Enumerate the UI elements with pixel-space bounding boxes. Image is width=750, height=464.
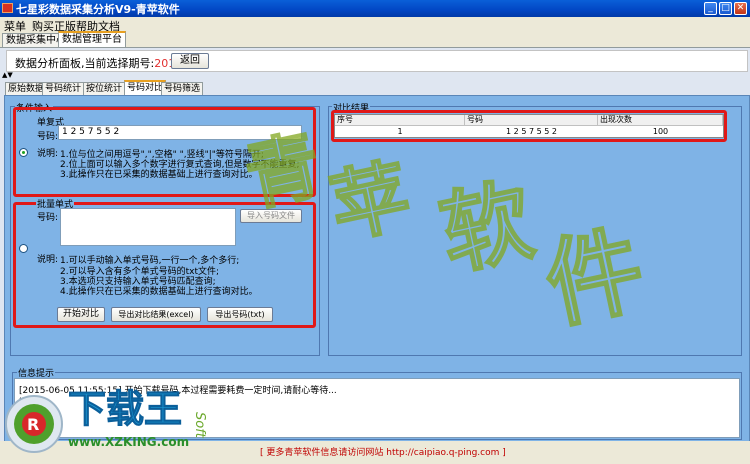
single-mode-radio[interactable] — [19, 148, 28, 157]
menu-bar: 菜单 购买正版 帮助文档 — [0, 17, 750, 34]
minimize-button[interactable]: _ — [704, 2, 717, 15]
menu-main[interactable]: 菜单 — [4, 18, 26, 34]
batch-mode-radio[interactable] — [19, 244, 28, 253]
export-txt-button[interactable]: 导出号码(txt) — [207, 307, 273, 322]
tab-data-management[interactable]: 数据管理平台 — [58, 31, 126, 48]
start-compare-button[interactable]: 开始对比 — [57, 307, 105, 322]
close-button[interactable]: ✕ — [734, 2, 747, 15]
subtab-number-stats[interactable]: 号码统计 — [42, 82, 85, 95]
title-bar: 七星彩数据采集分析V9-青苹软件 _ □ ✕ — [0, 0, 750, 17]
back-button[interactable]: 返回 — [171, 53, 209, 69]
logo-main-text: 下载王 — [68, 387, 182, 431]
subtab-raw-data[interactable]: 原始数据 — [5, 82, 48, 95]
svg-text:R: R — [27, 415, 39, 434]
subtab-number-filter[interactable]: 号码筛选 — [161, 82, 204, 95]
window-title: 七星彩数据采集分析V9-青苹软件 — [16, 3, 180, 16]
logo-url-text: www.XZKING.com — [68, 435, 189, 449]
export-excel-button[interactable]: 导出对比结果(excel) — [111, 307, 201, 322]
analysis-header: 数据分析面板,当前选择期号:2015016 返回 — [6, 50, 748, 72]
subtab-position-stats[interactable]: 按位统计 — [83, 82, 126, 95]
xzking-logo-graphic: R 下载王 Soft www.XZKING.com — [5, 387, 207, 453]
collapse-toggle[interactable]: ▲▼ — [2, 72, 22, 80]
logo-side-text: Soft — [192, 412, 207, 439]
footer-link-text[interactable]: [ 更多青苹软件信息请访问网站 http://caipiao.q-ping.co… — [260, 445, 506, 458]
batch-code-textarea[interactable] — [60, 208, 236, 246]
maximize-button[interactable]: □ — [719, 2, 732, 15]
single-desc-line-3: 3.此操作只在已采集的数据基础上进行查询对比。 — [60, 170, 258, 180]
batch-desc-line-4: 4.此操作只在已采集的数据基础上进行查询对比。 — [60, 287, 258, 297]
single-code-label: 号码: — [37, 132, 59, 142]
single-desc-label: 说明: — [37, 149, 59, 159]
batch-code-label: 号码: — [37, 213, 59, 223]
subtab-number-compare[interactable]: 号码对比 — [124, 80, 167, 96]
app-icon — [2, 3, 13, 13]
xzking-logo: R 下载王 Soft www.XZKING.com — [0, 382, 250, 461]
batch-desc-label: 说明: — [37, 255, 59, 265]
